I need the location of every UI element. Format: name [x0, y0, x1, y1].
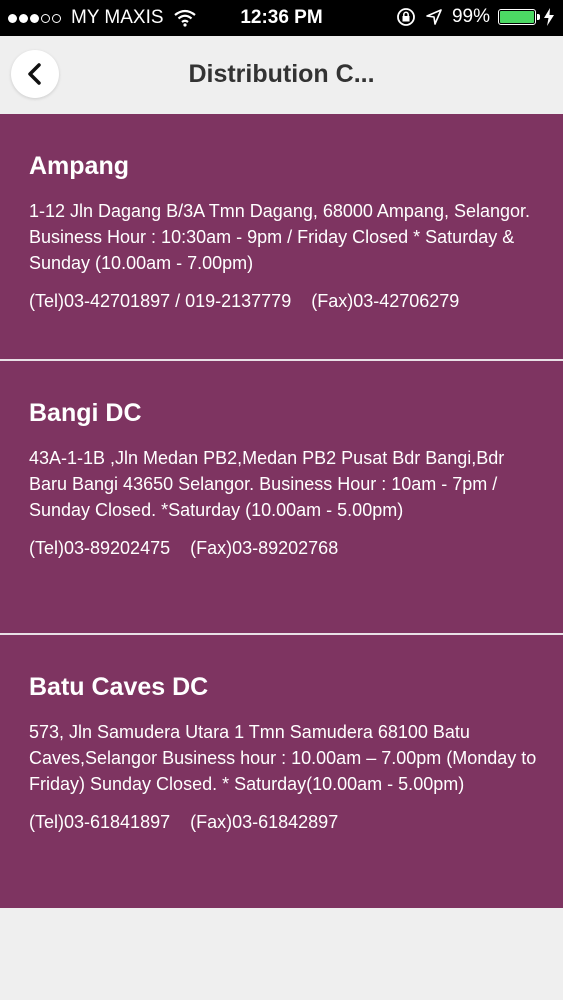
battery-level-fill [500, 11, 534, 23]
charging-bolt-icon [544, 8, 554, 26]
center-name: Bangi DC [29, 399, 142, 427]
center-address: 1-12 Jln Dagang B/3A Tmn Dagang, 68000 A… [29, 201, 531, 273]
center-contact: (Tel)03-42701897 / 019-2137779 (Fax)03-42… [29, 288, 541, 314]
phone-number[interactable]: (Tel)03-89202475 [29, 538, 170, 558]
page-title: Distribution C... [188, 60, 375, 88]
list-item[interactable]: Batu Caves DC 573, Jln Samudera Utara 1 … [0, 635, 563, 908]
list-item[interactable]: Bangi DC 43A-1-1B ,Jln Medan PB2,Medan P… [0, 361, 563, 635]
status-right: 99% [396, 6, 555, 28]
battery-percentage: 99% [451, 6, 490, 27]
navigation-bar: Distribution C... [0, 36, 563, 114]
fax-number: (Fax)03-61842897 [190, 812, 339, 832]
center-address: 573, Jln Samudera Utara 1 Tmn Samudera 6… [29, 722, 537, 794]
fax-number: (Fax)03-42706279 [311, 291, 460, 311]
distribution-center-list: Ampang 1-12 Jln Dagang B/3A Tmn Dagang, … [0, 114, 563, 908]
rotation-lock-icon [397, 8, 415, 26]
status-bar: MY MAXIS 12:36 PM 99% [0, 0, 563, 36]
phone-number[interactable]: (Tel)03-42701897 / 019-2137779 [29, 291, 291, 311]
phone-number[interactable]: (Tel)03-61841897 [29, 812, 170, 832]
center-name: Ampang [29, 152, 129, 180]
list-item[interactable]: Ampang 1-12 Jln Dagang B/3A Tmn Dagang, … [0, 114, 563, 361]
location-arrow-icon [426, 9, 442, 25]
center-name: Batu Caves DC [29, 673, 209, 701]
center-address: 43A-1-1B ,Jln Medan PB2,Medan PB2 Pusat … [29, 448, 505, 520]
battery-icon [498, 9, 540, 25]
fax-number: (Fax)03-89202768 [190, 538, 339, 558]
center-contact: (Tel)03-61841897 (Fax)03-61842897 [29, 809, 541, 835]
center-contact: (Tel)03-89202475 (Fax)03-89202768 [29, 535, 541, 561]
